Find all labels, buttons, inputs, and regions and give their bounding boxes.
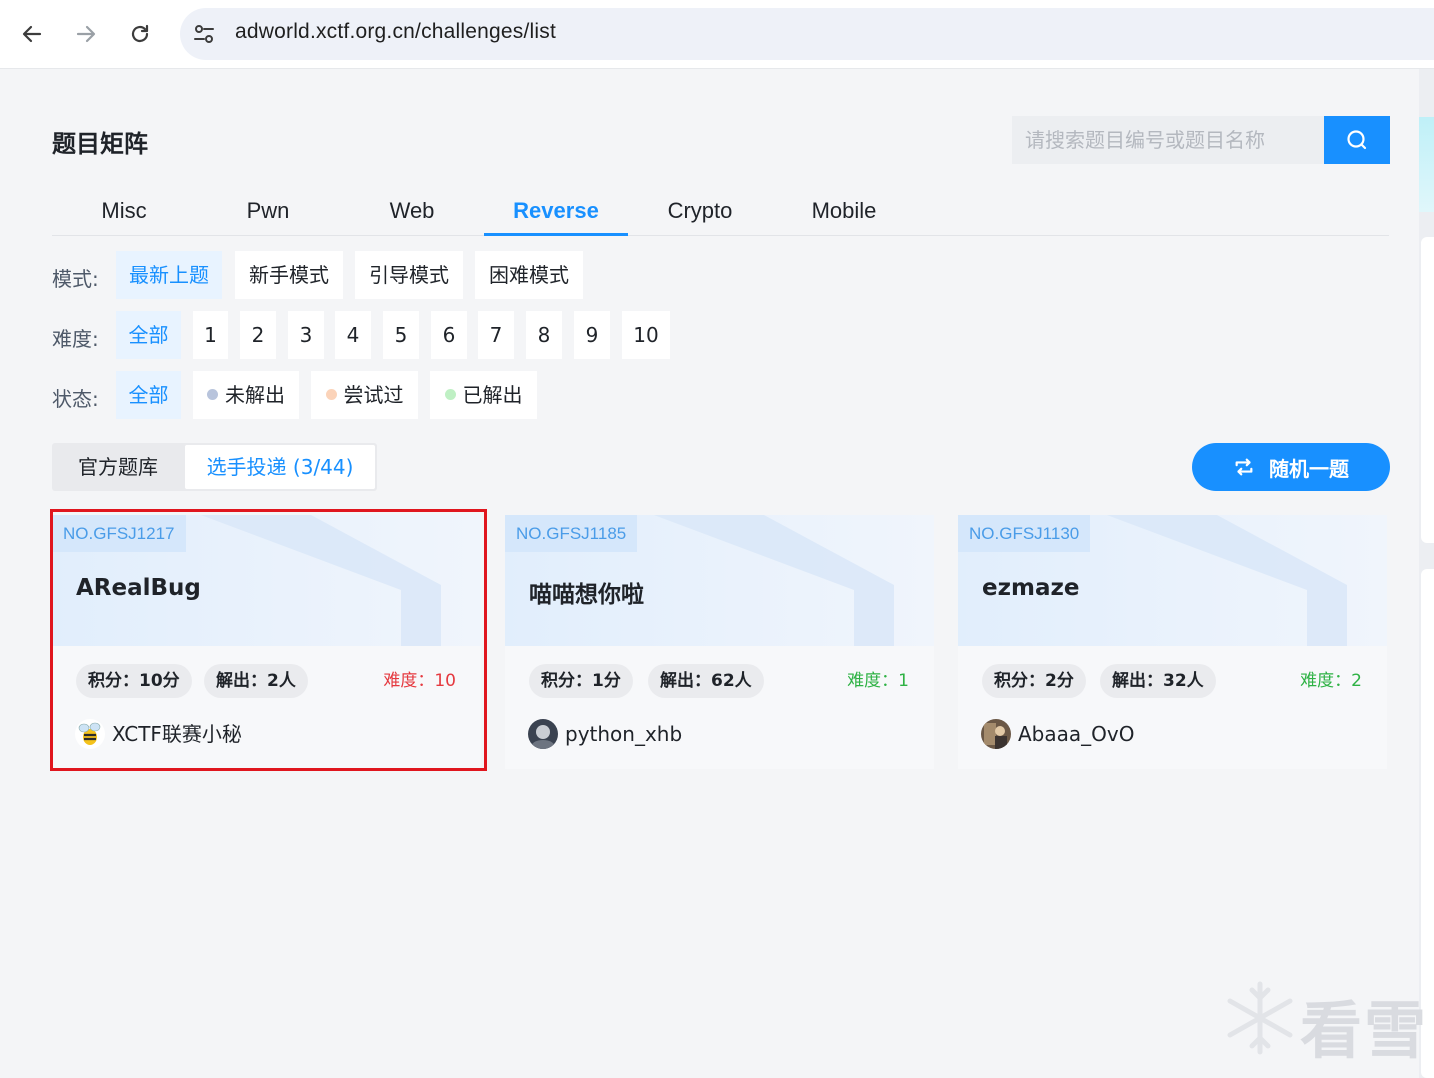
card-header: NO.GFSJ1130 ezmaze <box>958 515 1387 646</box>
browser-toolbar: adworld.xctf.org.cn/challenges/list <box>0 0 1434 69</box>
mode-option-hard[interactable]: 困难模式 <box>475 251 583 299</box>
status-filter-label: 状态: <box>52 387 99 411</box>
difficulty-option-6[interactable]: 6 <box>431 311 467 359</box>
arrow-right-icon <box>76 25 96 43</box>
difficulty-label: 难度：1 <box>847 671 909 691</box>
random-button-label: 随机一题 <box>1269 456 1349 481</box>
bee-avatar-icon <box>75 719 105 749</box>
challenge-card-miaomiao[interactable]: NO.GFSJ1185 喵喵想你啦 积分：1分 解出：62人 难度：1 pyth… <box>505 515 934 769</box>
status-option-label: 未解出 <box>225 383 285 407</box>
status-option-unsolved[interactable]: 未解出 <box>193 371 299 419</box>
difficulty-option-5[interactable]: 5 <box>383 311 419 359</box>
category-tabs: Misc Pwn Web Reverse Crypto Mobile <box>52 186 1389 236</box>
mode-option-latest[interactable]: 最新上题 <box>116 251 222 299</box>
tab-web[interactable]: Web <box>340 186 484 236</box>
status-option-label: 已解出 <box>462 383 523 407</box>
difficulty-option-4[interactable]: 4 <box>335 311 371 359</box>
site-settings-icon[interactable] <box>192 22 216 46</box>
shuffle-icon <box>1235 458 1253 476</box>
status-option-solved[interactable]: 已解出 <box>430 371 537 419</box>
random-challenge-button[interactable]: 随机一题 <box>1192 443 1390 491</box>
card-decoration-icon <box>201 515 441 646</box>
challenge-title: ARealBug <box>76 575 201 601</box>
author-avatar <box>528 719 558 749</box>
tab-misc[interactable]: Misc <box>52 186 196 236</box>
forward-button[interactable] <box>70 18 102 50</box>
challenge-card-ezmaze[interactable]: NO.GFSJ1130 ezmaze 积分：2分 解出：32人 难度：2 Aba… <box>958 515 1387 769</box>
difficulty-option-3[interactable]: 3 <box>288 311 324 359</box>
tab-pwn[interactable]: Pwn <box>196 186 340 236</box>
mode-option-guided[interactable]: 引导模式 <box>355 251 463 299</box>
mode-filter-label: 模式: <box>52 267 99 291</box>
side-banner <box>1419 117 1434 212</box>
card-decoration-icon <box>1107 515 1347 646</box>
reload-icon <box>131 24 149 43</box>
author-name[interactable]: XCTF联赛小秘 <box>112 719 242 749</box>
challenge-number: NO.GFSJ1130 <box>958 515 1091 552</box>
attempted-dot-icon <box>325 389 337 400</box>
score-badge: 积分：2分 <box>982 664 1086 698</box>
source-player-tab[interactable]: 选手投递 (3/44) <box>185 445 375 489</box>
tab-crypto[interactable]: Crypto <box>628 186 772 236</box>
author-avatar <box>75 719 105 749</box>
challenge-title: ezmaze <box>982 575 1080 601</box>
score-badge: 积分：10分 <box>76 664 192 698</box>
challenge-card-arealbug[interactable]: NO.GFSJ1217 ARealBug 积分：10分 解出：2人 难度：10 … <box>52 515 481 769</box>
difficulty-option-2[interactable]: 2 <box>240 311 276 359</box>
back-button[interactable] <box>16 18 48 50</box>
side-panel <box>1421 237 1434 543</box>
difficulty-option-10[interactable]: 10 <box>622 311 670 359</box>
right-sidebar-edge <box>1419 69 1434 1078</box>
status-option-attempted[interactable]: 尝试过 <box>311 371 418 419</box>
difficulty-option-1[interactable]: 1 <box>193 311 228 359</box>
author-name[interactable]: python_xhb <box>565 719 682 749</box>
photo-avatar-icon <box>981 719 1011 749</box>
search-button[interactable] <box>1324 116 1390 164</box>
status-option-all[interactable]: 全部 <box>116 371 181 419</box>
difficulty-label: 难度：2 <box>1300 671 1362 691</box>
search-input[interactable] <box>1012 116 1324 164</box>
address-bar[interactable]: adworld.xctf.org.cn/challenges/list <box>180 8 1434 60</box>
solves-badge: 解出：32人 <box>1100 664 1216 698</box>
arrow-left-icon <box>22 25 42 43</box>
card-header: NO.GFSJ1217 ARealBug <box>52 515 481 646</box>
solved-dot-icon <box>444 389 456 400</box>
challenge-number: NO.GFSJ1185 <box>505 515 638 552</box>
difficulty-option-7[interactable]: 7 <box>478 311 514 359</box>
tab-reverse[interactable]: Reverse <box>484 186 628 236</box>
difficulty-option-all[interactable]: 全部 <box>116 311 181 359</box>
difficulty-option-9[interactable]: 9 <box>574 311 610 359</box>
challenge-title: 喵喵想你啦 <box>529 582 644 608</box>
search-box <box>1012 116 1390 164</box>
difficulty-label: 难度：10 <box>383 671 456 691</box>
source-switch: 官方题库 选手投递 (3/44) <box>52 443 377 491</box>
page-title: 题目矩阵 <box>52 130 148 158</box>
search-icon <box>1347 130 1367 150</box>
difficulty-option-8[interactable]: 8 <box>526 311 562 359</box>
user-avatar-icon <box>528 719 558 749</box>
author-name[interactable]: Abaaa_OvO <box>1018 719 1134 749</box>
source-official-tab[interactable]: 官方题库 <box>52 445 184 489</box>
author-avatar <box>981 719 1011 749</box>
mode-option-beginner[interactable]: 新手模式 <box>235 251 343 299</box>
score-badge: 积分：1分 <box>529 664 633 698</box>
challenge-number: NO.GFSJ1217 <box>52 515 186 552</box>
unsolved-dot-icon <box>207 389 218 400</box>
url-text[interactable]: adworld.xctf.org.cn/challenges/list <box>235 20 556 44</box>
card-decoration-icon <box>654 515 894 646</box>
status-option-label: 尝试过 <box>343 383 404 407</box>
tab-mobile[interactable]: Mobile <box>772 186 916 236</box>
card-header: NO.GFSJ1185 喵喵想你啦 <box>505 515 934 646</box>
solves-badge: 解出：62人 <box>648 664 764 698</box>
reload-button[interactable] <box>124 18 156 50</box>
solves-badge: 解出：2人 <box>204 664 308 698</box>
watermark-text: 看雪 <box>1300 994 1429 1067</box>
difficulty-filter-label: 难度: <box>52 327 99 351</box>
